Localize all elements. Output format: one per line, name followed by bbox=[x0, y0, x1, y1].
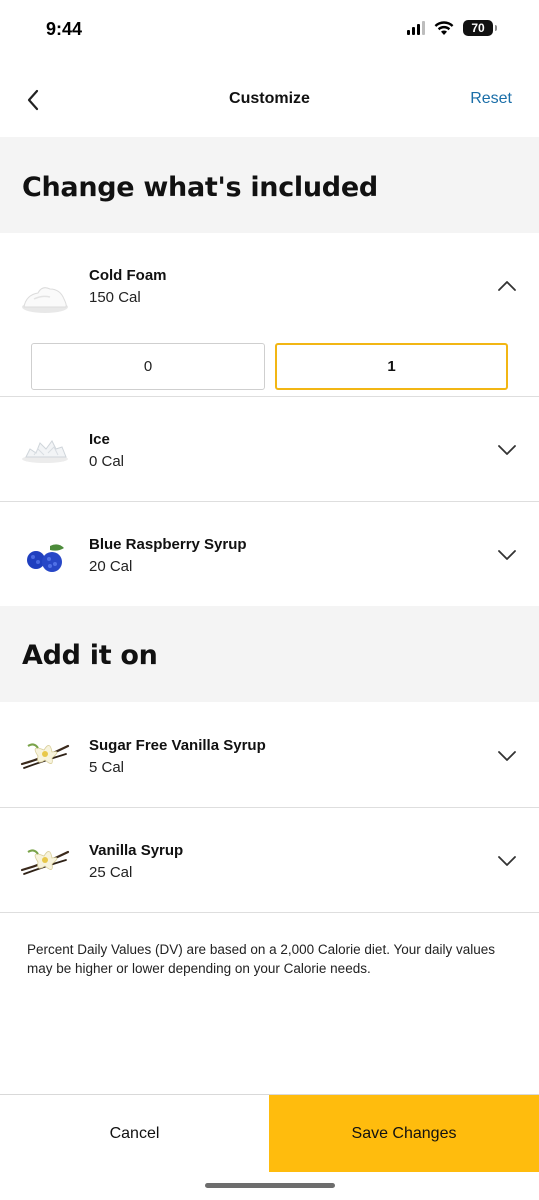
page-title: Customize bbox=[229, 90, 310, 107]
list-item-ice[interactable]: Ice 0 Cal bbox=[0, 397, 539, 501]
item-calories: 25 Cal bbox=[89, 864, 133, 881]
wifi-icon bbox=[434, 20, 454, 35]
customize-screen: 9:44 70 Customize Reset Change what's in… bbox=[0, 0, 539, 1200]
ice-image bbox=[22, 440, 68, 463]
included-section-header: Change what's included bbox=[0, 137, 539, 233]
item-calories: 150 Cal bbox=[89, 289, 141, 306]
item-name: Blue Raspberry Syrup bbox=[89, 536, 247, 553]
footer-actions: Cancel Save Changes bbox=[0, 1094, 539, 1172]
divider bbox=[0, 912, 539, 913]
section-title-addon: Add it on bbox=[22, 640, 158, 671]
status-time: 9:44 bbox=[46, 19, 83, 39]
list-item-sugar-free-vanilla-syrup[interactable]: Sugar Free Vanilla Syrup 5 Cal bbox=[0, 702, 539, 807]
home-indicator[interactable] bbox=[205, 1183, 335, 1188]
top-nav: Customize Reset bbox=[0, 66, 539, 134]
nutrition-disclaimer: Percent Daily Values (DV) are based on a… bbox=[27, 942, 496, 976]
vanilla-flower-image bbox=[20, 743, 70, 769]
save-changes-button[interactable]: Save Changes bbox=[269, 1095, 539, 1172]
chevron-up-icon[interactable] bbox=[497, 279, 517, 293]
battery-icon: 70 bbox=[463, 20, 497, 36]
addon-section-header: Add it on bbox=[0, 606, 539, 702]
chevron-down-icon[interactable] bbox=[497, 443, 517, 457]
status-icons: 70 bbox=[407, 20, 497, 36]
item-name: Ice bbox=[89, 431, 110, 448]
list-item-vanilla-syrup[interactable]: Vanilla Syrup 25 Cal bbox=[0, 808, 539, 912]
item-name: Vanilla Syrup bbox=[89, 842, 184, 859]
blue-raspberry-image bbox=[27, 544, 64, 572]
chevron-down-icon[interactable] bbox=[497, 854, 517, 868]
item-name: Sugar Free Vanilla Syrup bbox=[89, 737, 266, 754]
quantity-option-1-selected[interactable]: 1 bbox=[275, 343, 508, 390]
cancel-button[interactable]: Cancel bbox=[0, 1095, 269, 1172]
quantity-option-0[interactable]: 0 bbox=[31, 343, 265, 390]
cellular-signal-icon bbox=[407, 21, 425, 35]
item-calories: 5 Cal bbox=[89, 759, 125, 776]
list-item-blue-raspberry-syrup[interactable]: Blue Raspberry Syrup 20 Cal bbox=[0, 502, 539, 606]
item-calories: 20 Cal bbox=[89, 558, 133, 575]
status-bar: 9:44 70 bbox=[0, 0, 539, 60]
reset-button[interactable]: Reset bbox=[470, 90, 512, 108]
cold-foam-image bbox=[22, 287, 68, 313]
battery-level: 70 bbox=[471, 21, 485, 35]
chevron-down-icon[interactable] bbox=[497, 548, 517, 562]
section-title-included: Change what's included bbox=[22, 172, 378, 203]
vanilla-flower-image bbox=[20, 849, 70, 875]
chevron-down-icon[interactable] bbox=[497, 749, 517, 763]
item-calories: 0 Cal bbox=[89, 453, 125, 470]
item-name: Cold Foam bbox=[89, 267, 167, 284]
